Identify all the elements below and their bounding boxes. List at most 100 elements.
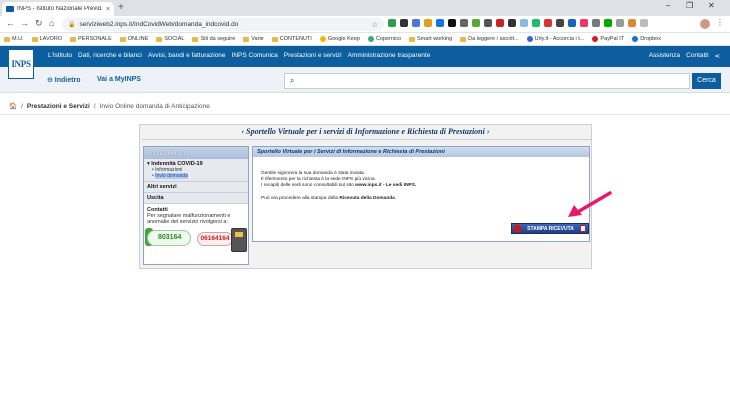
bookmark-item[interactable]: Smart working xyxy=(409,36,452,42)
home-icon[interactable]: ⌂ xyxy=(49,18,54,28)
new-tab-button[interactable]: + xyxy=(118,2,124,14)
sidebar: Servizi Online ▾ Indennità COVID-19 • In… xyxy=(143,146,249,265)
extension-icon[interactable] xyxy=(520,19,528,27)
folder-icon xyxy=(409,36,416,42)
extension-icon[interactable] xyxy=(580,19,588,27)
sidebar-item-invio-domanda[interactable]: • Invio domanda xyxy=(147,173,245,179)
bookmarks-bar: M.U. LAVORO PERSONALE ONLINE SOCIAL Siti… xyxy=(0,33,730,46)
extension-icon[interactable] xyxy=(616,19,624,27)
extension-icon[interactable] xyxy=(544,19,552,27)
content-box: Sportello Virtuale per i Servizi di Info… xyxy=(252,146,590,242)
share-icon[interactable]: ⋖ xyxy=(715,52,720,60)
bookmark-item[interactable]: ONLINE xyxy=(119,36,148,42)
top-right-links: Assistenza Contatti ⋖ xyxy=(649,52,720,60)
site-icon xyxy=(367,36,374,42)
bookmark-item[interactable]: CONTENUTI xyxy=(271,36,312,42)
contatti-box: Contatti Per segnalare malfunzionamenti … xyxy=(144,204,248,261)
extensions-area xyxy=(388,19,648,27)
restore-button[interactable]: ❐ xyxy=(686,1,693,10)
bookmark-item[interactable]: PERSONALE xyxy=(70,36,112,42)
bookmark-item[interactable]: LAVORO xyxy=(31,36,62,42)
top-navigation: L'Istituto Dati, ricerche e bilanci Avvi… xyxy=(48,52,430,59)
breadcrumb-prestazioni[interactable]: Prestazioni e Servizi xyxy=(27,103,90,110)
sidebar-item-altri-servizi[interactable]: Altri servizi xyxy=(147,184,245,190)
extension-icon[interactable] xyxy=(640,19,648,27)
breadcrumb-current: Invio Online domanda di Anticipazione xyxy=(99,102,210,110)
bookmark-item[interactable]: Dropbox xyxy=(632,36,661,42)
folder-icon xyxy=(460,36,467,42)
nav-dati[interactable]: Dati, ricerche e bilanci xyxy=(78,52,142,59)
bookmark-item[interactable]: SOCIAL xyxy=(156,36,184,42)
home-icon[interactable]: 🏠 xyxy=(9,102,17,110)
bookmark-item[interactable]: Varie xyxy=(243,36,264,42)
extension-icon[interactable] xyxy=(556,19,564,27)
extension-icon[interactable] xyxy=(484,19,492,27)
download-icon xyxy=(579,225,586,232)
tab-title: INPS - Istituto Nazionale Previd... xyxy=(17,6,103,12)
mobile-phone-icon xyxy=(231,228,247,252)
extension-icon[interactable] xyxy=(448,19,456,27)
sidebar-item-uscita[interactable]: Uscita xyxy=(147,195,245,201)
contatti-text: Per segnalare malfunzionamenti e anomali… xyxy=(147,213,231,225)
nav-avvisi[interactable]: Avvisi, bandi e fatturazione xyxy=(148,52,226,59)
url-text[interactable]: serviziweb2.inps.it/IndCovidWeb/domanda_… xyxy=(79,21,367,28)
cerca-button[interactable]: Cerca xyxy=(692,73,721,89)
extension-icon[interactable] xyxy=(388,19,396,27)
bookmark-item[interactable]: Urly.it - Accorcia i t... xyxy=(526,36,584,42)
bookmark-item[interactable]: Siti da seguire xyxy=(192,36,235,42)
forward-icon[interactable]: → xyxy=(20,18,29,28)
vai-myinps-link[interactable]: Vai a MyINPS xyxy=(97,76,141,83)
extension-icon[interactable] xyxy=(532,19,540,27)
contatti-link[interactable]: Contatti xyxy=(686,52,708,60)
inps-logo[interactable]: INPS xyxy=(8,49,34,79)
folder-icon xyxy=(31,36,38,42)
browser-tab[interactable]: INPS - Istituto Nazionale Previd... × xyxy=(2,2,114,16)
window-close-button[interactable]: ✕ xyxy=(708,1,715,10)
address-bar[interactable]: 🔒 serviziweb2.inps.it/IndCovidWeb/domand… xyxy=(62,18,384,31)
nav-prestazioni[interactable]: Prestazioni e servizi xyxy=(284,52,342,59)
annotation-arrow-icon xyxy=(568,191,612,217)
folder-icon xyxy=(119,36,126,42)
extension-icon[interactable] xyxy=(568,19,576,27)
folder-icon xyxy=(70,36,77,42)
keep-icon xyxy=(319,36,326,42)
reload-icon[interactable]: ↻ xyxy=(35,18,43,29)
extension-icon[interactable] xyxy=(400,19,408,27)
folder-icon xyxy=(156,36,163,42)
extension-icon[interactable] xyxy=(508,19,516,27)
tab-close-icon[interactable]: × xyxy=(106,6,110,13)
bookmark-item[interactable]: PayPal IT xyxy=(592,36,624,42)
search-input[interactable]: ⌕ xyxy=(284,73,690,89)
minimize-button[interactable]: – xyxy=(666,1,670,10)
phone-numbers: 803164 06164164 xyxy=(145,228,247,258)
extension-icon[interactable] xyxy=(592,19,600,27)
bookmark-item[interactable]: Da leggere / ascolt... xyxy=(460,36,519,42)
folder-icon xyxy=(192,36,199,42)
bookmark-item[interactable]: Google Keep xyxy=(319,36,360,42)
bookmark-item[interactable]: M.U. xyxy=(4,36,24,42)
extension-icon[interactable] xyxy=(604,19,612,27)
extension-icon[interactable] xyxy=(628,19,636,27)
extension-icon[interactable] xyxy=(412,19,420,27)
stampa-ricevuta-button[interactable]: STAMPA RICEVUTA xyxy=(511,223,589,234)
extension-icon[interactable] xyxy=(496,19,504,27)
breadcrumb: 🏠 / Prestazioni e Servizi / Invio Online… xyxy=(9,102,210,111)
extension-icon[interactable] xyxy=(424,19,432,27)
sidebar-header: Servizi Online xyxy=(144,147,248,159)
extension-icon[interactable] xyxy=(460,19,468,27)
back-icon[interactable]: ← xyxy=(6,18,15,28)
indietro-link[interactable]: ⊖ Indietro xyxy=(47,76,80,84)
browser-menu-icon[interactable]: ⋮ xyxy=(716,18,724,27)
bookmark-item[interactable]: Copernico xyxy=(367,36,401,42)
bookmark-star-icon[interactable]: ☆ xyxy=(372,21,378,29)
assistenza-link[interactable]: Assistenza xyxy=(649,52,680,60)
nav-istituto[interactable]: L'Istituto xyxy=(48,52,72,59)
profile-avatar[interactable] xyxy=(700,19,710,29)
confirmation-message: Gentile signore/a la sua domanda è stata… xyxy=(261,171,417,188)
extension-icon[interactable] xyxy=(472,19,480,27)
stampa-ricevuta-label: STAMPA RICEVUTA xyxy=(527,225,574,232)
nav-amministrazione[interactable]: Amministrazione trasparente xyxy=(348,52,431,59)
extension-icon[interactable] xyxy=(436,19,444,27)
folder-icon xyxy=(4,36,10,42)
nav-comunica[interactable]: INPS Comunica xyxy=(232,52,278,59)
